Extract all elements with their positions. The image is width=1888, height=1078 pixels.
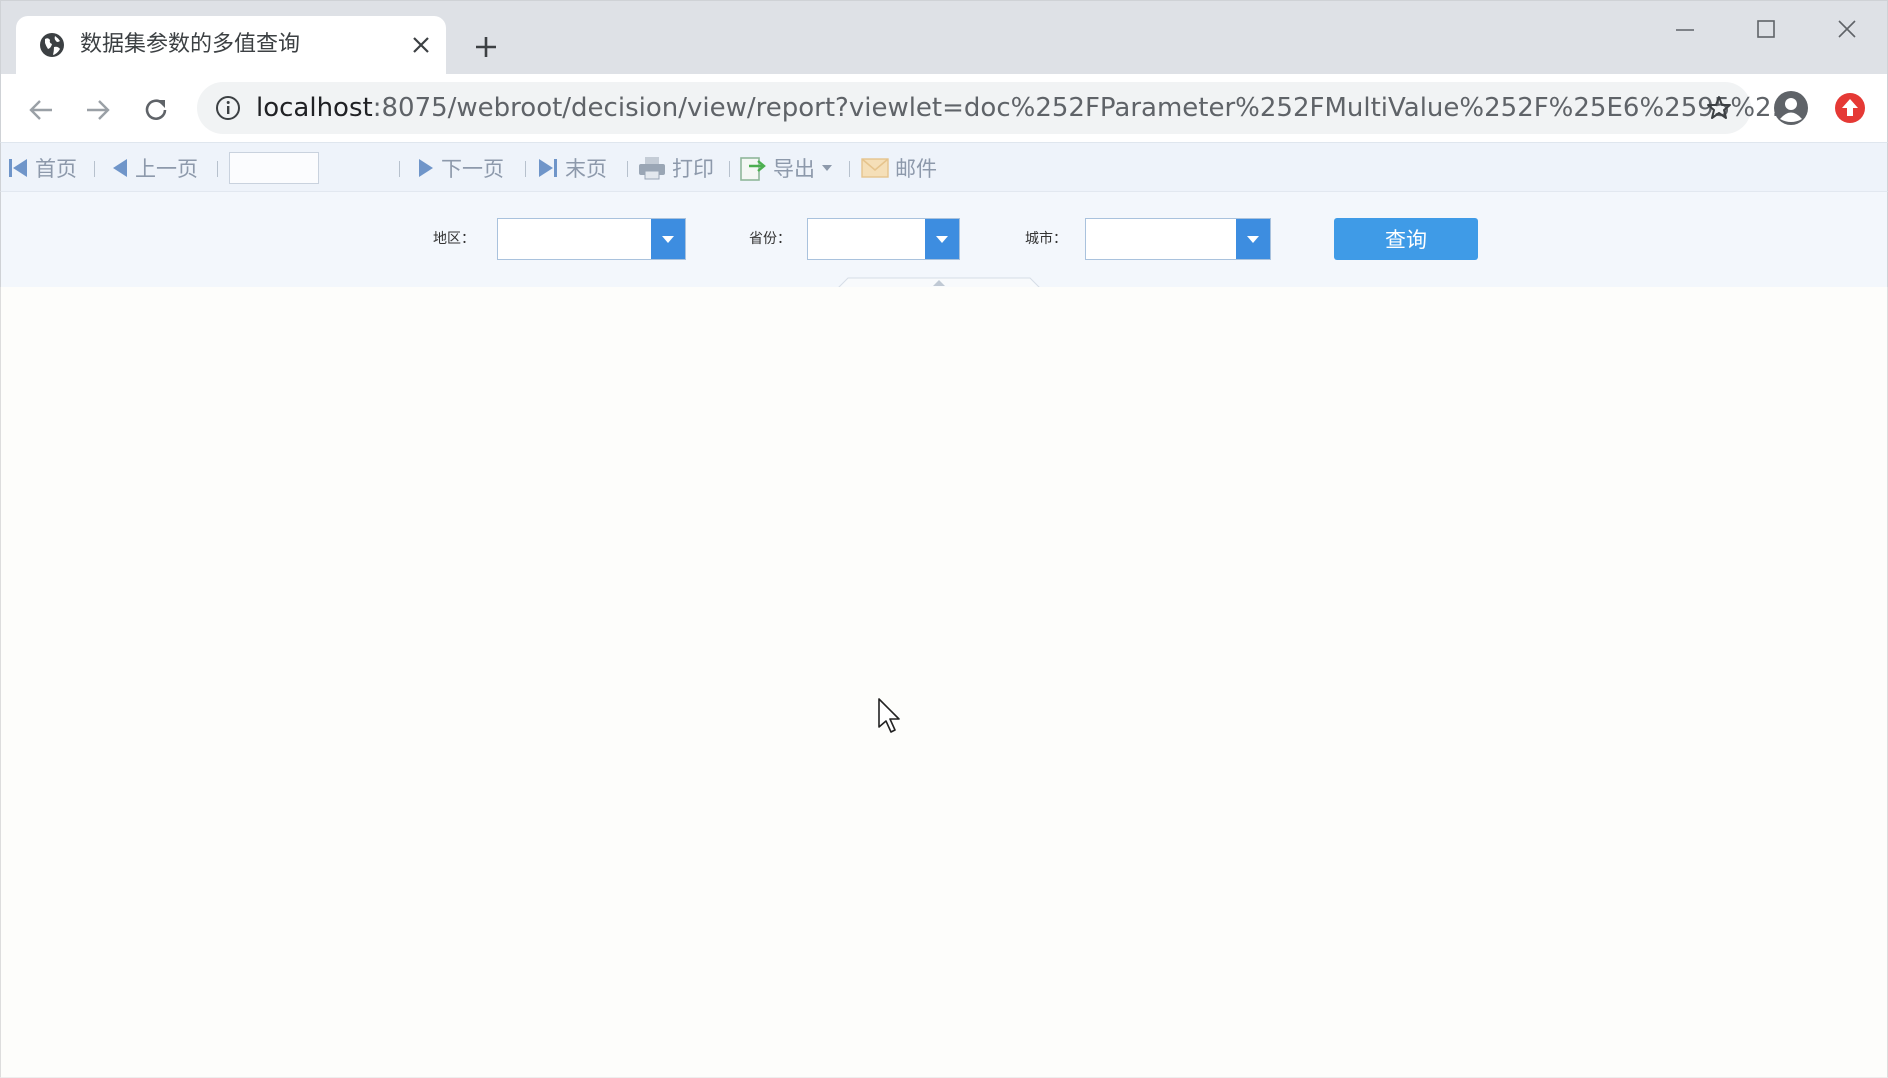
minimize-icon bbox=[1676, 29, 1694, 31]
region-label: 地区： bbox=[433, 231, 475, 247]
globe-icon bbox=[38, 31, 66, 59]
region-dropdown-trigger[interactable] bbox=[651, 219, 685, 259]
close-icon[interactable] bbox=[406, 30, 436, 60]
toolbar-divider bbox=[399, 161, 400, 177]
arrow-left-icon bbox=[29, 100, 52, 120]
browser-tab[interactable]: 数据集参数的多值查询 bbox=[16, 16, 446, 76]
url-text[interactable]: localhost:8075/webroot/decision/view/rep… bbox=[256, 92, 1796, 124]
maximize-icon bbox=[1757, 20, 1775, 38]
city-combo[interactable] bbox=[1085, 218, 1271, 260]
toolbar-divider bbox=[729, 161, 730, 177]
next-page-button[interactable]: 下一页 bbox=[417, 153, 504, 183]
province-dropdown-trigger[interactable] bbox=[925, 219, 959, 259]
reload-button[interactable] bbox=[136, 90, 176, 130]
browser-tab-strip: 数据集参数的多值查询 bbox=[0, 0, 1888, 76]
first-page-button[interactable]: 首页 bbox=[7, 153, 77, 183]
report-content-area bbox=[0, 287, 1888, 1078]
caret-down-icon bbox=[822, 165, 832, 171]
last-page-button[interactable]: 末页 bbox=[537, 153, 607, 183]
toolbar-divider bbox=[94, 161, 95, 177]
toolbar-divider bbox=[849, 161, 850, 177]
browser-toolbar: localhost:8075/webroot/decision/view/rep… bbox=[0, 74, 1888, 142]
mail-button[interactable]: 邮件 bbox=[861, 153, 937, 183]
report-toolbar: 首页 上一页 下一页 末页 打印 导出 邮件 bbox=[0, 142, 1888, 192]
last-page-label: 末页 bbox=[565, 157, 607, 181]
prev-page-icon bbox=[113, 159, 127, 177]
plus-icon bbox=[476, 37, 496, 57]
toolbar-divider bbox=[525, 161, 526, 177]
first-page-label: 首页 bbox=[35, 157, 77, 181]
last-page-icon bbox=[539, 159, 557, 177]
new-tab-button[interactable] bbox=[468, 29, 504, 65]
province-input[interactable] bbox=[808, 219, 924, 259]
mouse-pointer-icon bbox=[877, 697, 903, 735]
province-label: 省份： bbox=[749, 231, 791, 247]
printer-icon bbox=[639, 157, 665, 180]
print-button[interactable]: 打印 bbox=[638, 153, 714, 183]
print-label: 打印 bbox=[672, 157, 714, 181]
maximize-button[interactable] bbox=[1738, 11, 1794, 47]
city-dropdown-trigger[interactable] bbox=[1236, 219, 1270, 259]
url-path: :8075/webroot/decision/view/report?viewl… bbox=[372, 93, 1797, 123]
export-button[interactable]: 导出 bbox=[739, 153, 839, 183]
reload-icon bbox=[145, 99, 167, 120]
next-page-label: 下一页 bbox=[441, 157, 504, 181]
parameter-panel: 地区： 省份： 城市： 查询 bbox=[0, 192, 1888, 287]
next-page-icon bbox=[419, 159, 433, 177]
extension-update-icon[interactable] bbox=[1834, 92, 1866, 124]
envelope-icon bbox=[861, 158, 889, 178]
forward-button[interactable] bbox=[78, 90, 118, 130]
chevron-down-icon bbox=[1247, 235, 1259, 243]
toolbar-divider bbox=[217, 161, 218, 177]
window-close-button[interactable] bbox=[1819, 11, 1875, 47]
bookmark-star-icon[interactable] bbox=[1705, 94, 1733, 122]
first-page-icon bbox=[9, 159, 27, 177]
province-combo[interactable] bbox=[807, 218, 960, 260]
region-input[interactable] bbox=[498, 219, 650, 259]
city-label: 城市： bbox=[1025, 231, 1067, 247]
back-button[interactable] bbox=[21, 90, 61, 130]
url-host: localhost bbox=[256, 93, 373, 123]
profile-avatar-icon[interactable] bbox=[1773, 90, 1809, 126]
region-combo[interactable] bbox=[497, 218, 686, 260]
tab-title: 数据集参数的多值查询 bbox=[80, 32, 301, 57]
chevron-down-icon bbox=[662, 235, 674, 243]
arrow-right-icon bbox=[87, 100, 110, 120]
export-label: 导出 bbox=[773, 157, 815, 181]
query-button[interactable]: 查询 bbox=[1334, 218, 1478, 260]
prev-page-label: 上一页 bbox=[135, 157, 198, 181]
page-number-input[interactable] bbox=[229, 152, 319, 184]
minimize-button[interactable] bbox=[1657, 11, 1713, 47]
info-icon[interactable] bbox=[215, 95, 241, 121]
chevron-down-icon bbox=[936, 235, 948, 243]
address-bar[interactable]: localhost:8075/webroot/decision/view/rep… bbox=[197, 82, 1796, 134]
close-icon bbox=[1838, 20, 1856, 38]
mail-label: 邮件 bbox=[895, 157, 937, 181]
prev-page-button[interactable]: 上一页 bbox=[111, 153, 198, 183]
toolbar-divider bbox=[627, 161, 628, 177]
city-input[interactable] bbox=[1086, 219, 1235, 259]
export-icon bbox=[740, 157, 766, 181]
